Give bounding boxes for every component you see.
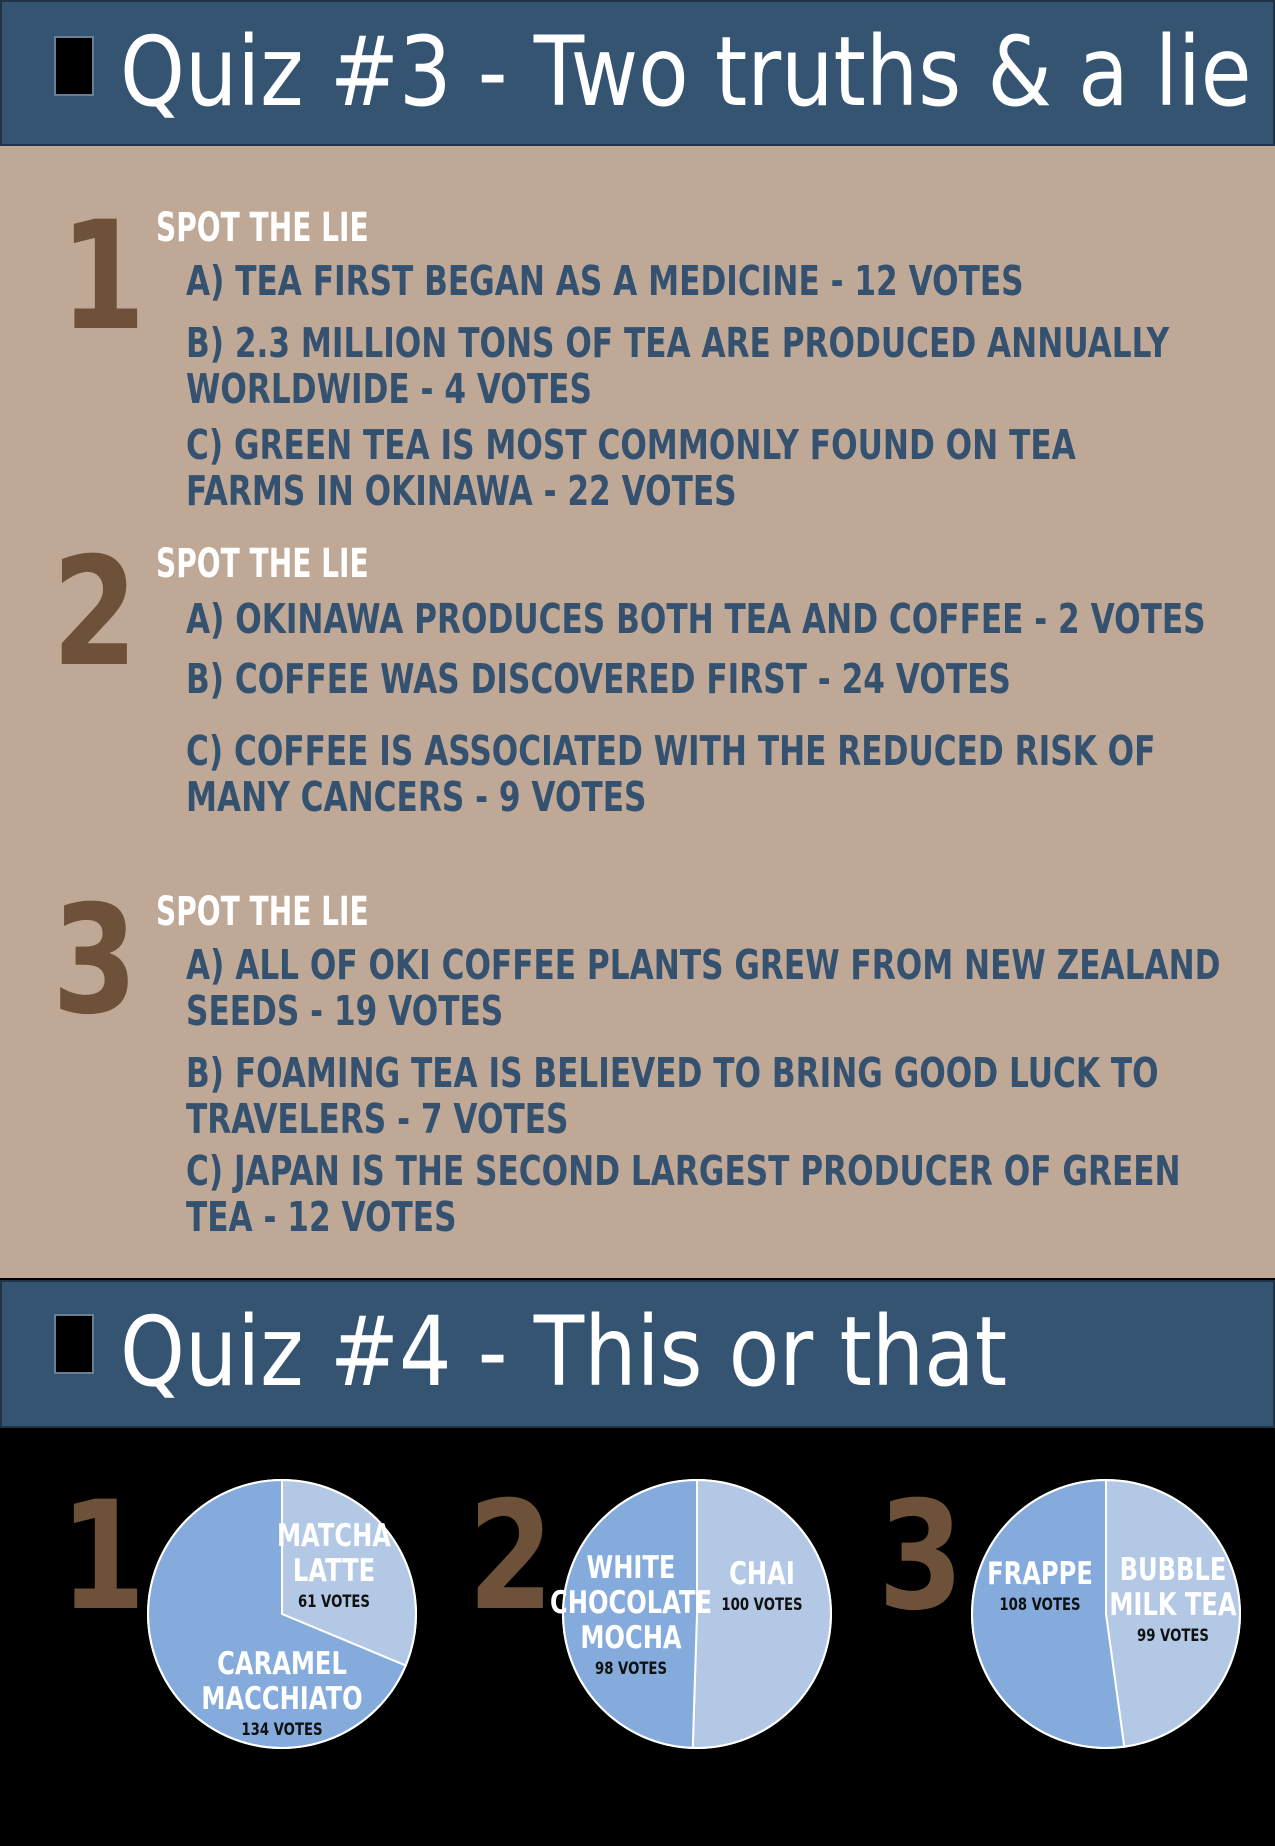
slice-label: MOCHA — [580, 1619, 682, 1656]
question-number: 2 — [52, 526, 138, 700]
quiz4-title: Quiz #4 - This or that — [120, 1296, 1008, 1408]
square-bullet-icon — [54, 1314, 94, 1374]
pie-charts: MATCHALATTE61 VOTES CARAMELMACCHIATO134 V… — [147, 1478, 1242, 1749]
slice-label: CARAMEL — [217, 1645, 347, 1682]
slice-label: LATTE — [293, 1552, 375, 1589]
question-heading: SPOT THE LIE — [156, 541, 369, 587]
question-number: 3 — [52, 874, 138, 1048]
slice-label: MACCHIATO — [201, 1680, 362, 1717]
slice-votes-label: 61 VOTES — [298, 1591, 370, 1611]
slice-label: BUBBLE — [1120, 1551, 1227, 1588]
quiz4-banner: Quiz #4 - This or that — [0, 1280, 1275, 1428]
answer-option: B) FOAMING TEA IS BELIEVED TO BRING GOOD… — [186, 1049, 1159, 1143]
question-heading: SPOT THE LIE — [156, 889, 369, 935]
slice-label: FRAPPE — [987, 1555, 1093, 1592]
slice-label: CHAI — [729, 1555, 795, 1592]
square-bullet-icon — [54, 36, 94, 96]
quiz3-title: Quiz #3 - Two truths & a lie — [120, 16, 1252, 128]
slice-label: MILK TEA — [1109, 1586, 1237, 1623]
question-number: 1 — [60, 190, 146, 364]
slice-label: CHOCOLATE — [550, 1584, 712, 1621]
answer-option: B) COFFEE WAS DISCOVERED FIRST - 24 VOTE… — [186, 655, 1011, 703]
question-heading: SPOT THE LIE — [156, 205, 369, 251]
quiz3-banner: Quiz #3 - Two truths & a lie — [0, 0, 1275, 146]
answer-option: A) OKINAWA PRODUCES BOTH TEA AND COFFEE … — [186, 595, 1206, 643]
slice-votes-label: 99 VOTES — [1137, 1625, 1209, 1645]
quiz4-charts: 1 2 3 MATCHA LATTE 61 VOTES CARAMEL MACCHIAT… — [0, 1428, 1275, 1846]
answer-option: A) TEA FIRST BEGAN AS A MEDICINE - 12 VO… — [186, 257, 1024, 305]
answer-option: B) 2.3 MILLION TONS OF TEA ARE PRODUCED … — [186, 319, 1170, 413]
slice-label: MATCHA — [277, 1517, 391, 1554]
answer-option: C) GREEN TEA IS MOST COMMONLY FOUND ON T… — [186, 421, 1076, 515]
answer-option: C) JAPAN IS THE SECOND LARGEST PRODUCER … — [186, 1147, 1181, 1241]
slice-votes-label: 98 VOTES — [595, 1658, 667, 1678]
slice-votes-label: 108 VOTES — [999, 1594, 1080, 1614]
slice-votes-label: 134 VOTES — [241, 1719, 322, 1739]
slice-label: WHITE — [587, 1549, 676, 1586]
answer-option: A) ALL OF OKI COFFEE PLANTS GREW FROM NE… — [186, 941, 1221, 1035]
answer-option: C) COFFEE IS ASSOCIATED WITH THE REDUCED… — [186, 727, 1156, 821]
slice-votes-label: 100 VOTES — [721, 1594, 802, 1614]
quiz3-panel: 1 SPOT THE LIE A) TEA FIRST BEGAN AS A M… — [0, 146, 1275, 1278]
